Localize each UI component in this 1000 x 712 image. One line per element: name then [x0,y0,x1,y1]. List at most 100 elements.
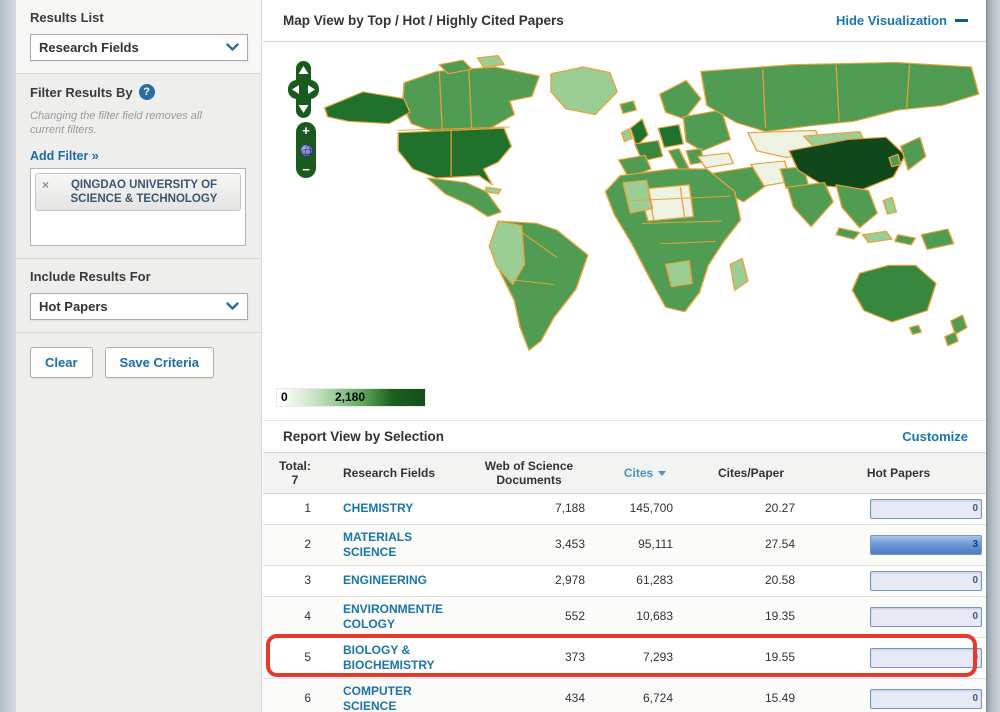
vertical-scrollbar[interactable] [986,0,1000,712]
rank-cell: 4 [263,595,327,637]
column-header-cites-sort[interactable]: Cites [599,453,691,494]
include-results-section: Include Results For Hot Papers [16,259,261,333]
rank-cell: 5 [263,633,977,678]
hot-papers-cell: 0 [811,564,986,596]
total-count: 7 [291,472,299,487]
table-row: 1 CHEMISTRY 7,188 145,700 20.27 0 [263,493,986,524]
save-criteria-button[interactable]: Save Criteria [104,347,215,378]
hot-papers-cell: 3 [811,523,986,565]
results-list-dropdown-value: Research Fields [39,40,139,55]
map-zoom-control[interactable]: + − [296,122,316,178]
documents-cell: 3,453 [459,523,599,565]
sidebar: Results List Research Fields Filter Resu… [16,0,262,712]
cites-per-paper-cell: 20.58 [691,564,811,596]
clear-button[interactable]: Clear [30,347,93,378]
map-legend: 0 2,180 [276,388,426,407]
table-row: 6 COMPUTER SCIENCE 434 6,724 15.49 0 [263,677,986,712]
sort-desc-icon [658,471,667,477]
remove-tag-icon[interactable]: × [42,178,49,192]
hot-papers-cell: 0 [811,677,986,712]
map-title: Map View by Top / Hot / Highly Cited Pap… [283,13,564,28]
map-visualization[interactable]: + − 0 2,180 [263,42,986,420]
filter-heading-label: Filter Results By [30,84,133,100]
cites-cell: 6,724 [599,677,691,712]
hot-papers-bar[interactable]: 0 [870,647,982,668]
filter-tag-label: QINGDAO UNIVERSITY OF SCIENCE & TECHNOLO… [70,179,218,205]
hot-papers-bar[interactable]: 0 [870,570,982,591]
hot-papers-bar[interactable]: 0 [870,498,982,519]
field-link[interactable]: BIOLOGY & BIOCHEMISTRY [343,643,435,672]
hot-papers-value: 0 [972,692,978,704]
table-row: 2 MATERIALS SCIENCE 3,453 95,111 27.54 3 [263,523,986,565]
field-link[interactable]: ENGINEERING [343,573,427,587]
cites-per-paper-cell: 27.54 [691,523,811,565]
documents-cell: 7,188 [554,501,585,515]
report-title: Report View by Selection [283,429,445,444]
hot-papers-bar[interactable]: 3 [870,534,982,555]
hot-papers-value: 0 [972,574,978,586]
results-list-heading: Results List [30,10,104,25]
documents-cell: 373 [459,636,599,678]
map-panel-header: Map View by Top / Hot / Highly Cited Pap… [263,0,986,42]
field-link[interactable]: COMPUTER SCIENCE [343,684,412,712]
add-filter-link[interactable]: Add Filter » [30,149,99,163]
main-content: Map View by Top / Hot / Highly Cited Pap… [263,0,986,712]
zoom-in-icon[interactable]: + [302,124,310,137]
report-rows: 1 CHEMISTRY 7,188 145,700 20.27 0 2 MATERIALS S… [263,493,986,712]
include-results-dropdown[interactable]: Hot Papers [30,293,248,320]
map-pan-control[interactable] [288,61,319,123]
field-cell: BIOLOGY & BIOCHEMISTRY [327,636,459,678]
zoom-out-icon[interactable]: − [302,163,310,176]
actions-section: Clear Save Criteria [16,333,261,390]
hot-papers-bar-fill [871,535,981,554]
field-link[interactable]: MATERIALS SCIENCE [343,530,412,559]
hot-papers-value: 0 [972,502,978,514]
total-header: Total: 7 [263,453,327,494]
field-link[interactable]: ENVIRONMENT/ECOLOGY [343,602,443,631]
column-header-documents: Web of Science Documents [459,453,599,494]
column-header-research-fields: Research Fields [327,453,459,494]
column-header-cites-per-paper: Cites/Paper [691,453,811,494]
filter-note: Changing the filter field removes all cu… [30,110,202,136]
cites-sort-label: Cites [623,465,654,480]
field-cell: ENVIRONMENT/ECOLOGY [327,595,459,637]
help-icon[interactable]: ? [138,84,155,100]
filter-box: × QINGDAO UNIVERSITY OF SCIENCE & TECHNO… [30,168,246,246]
hot-papers-value: 3 [972,538,978,550]
cites-per-paper-cell: 19.35 [691,595,811,637]
table-header-row: Total: 7 Research Fields Web of Science … [263,453,986,494]
world-choropleth-map[interactable] [263,42,986,382]
field-link[interactable]: CHEMISTRY [343,501,413,515]
hot-papers-bar[interactable]: 0 [870,688,982,709]
cites-cell: 10,683 [599,595,691,637]
field-cell: ENGINEERING [327,564,459,596]
table-row: 5 BIOLOGY & BIOCHEMISTRY 373 7,293 19.55 0 [263,633,986,678]
results-list-section: Results List Research Fields [16,0,261,74]
filter-section: Filter Results By ? Changing the filter … [16,74,261,259]
table-row: 3 ENGINEERING 2,978 61,283 20.58 0 [263,564,986,596]
cites-cell: 61,283 [599,564,691,596]
rank-cell: 6 [263,677,327,712]
report-table: Total: 7 Research Fields Web of Science … [263,453,986,712]
field-cell: CHEMISTRY [327,493,459,524]
cites-cell: 7,293 [599,636,691,678]
include-results-heading: Include Results For [30,269,151,284]
chevron-down-icon [226,43,239,52]
rank-cell: 3 [263,564,327,596]
window-edge-strip [0,0,16,712]
globe-icon[interactable] [299,143,314,158]
hot-papers-bar[interactable]: 0 [870,606,982,627]
hot-papers-cell: 0 [811,636,986,678]
results-list-dropdown[interactable]: Research Fields [30,34,248,61]
customize-link[interactable]: Customize [902,429,968,444]
table-row: 4 ENVIRONMENT/ECOLOGY 552 10,683 19.35 0 [263,595,986,637]
legend-max-value: 2,180 [335,390,366,404]
report-panel-header: Report View by Selection Customize [263,420,986,453]
total-label: Total: [279,458,311,473]
filter-tag[interactable]: × QINGDAO UNIVERSITY OF SCIENCE & TECHNO… [35,173,241,211]
column-header-hot-papers: Hot Papers [811,453,986,494]
hide-visualization-link[interactable]: Hide Visualization [836,13,968,28]
chevron-down-icon [226,302,239,311]
rank-cell: 2 [263,523,327,565]
cites-cell: 95,111 [599,523,691,565]
